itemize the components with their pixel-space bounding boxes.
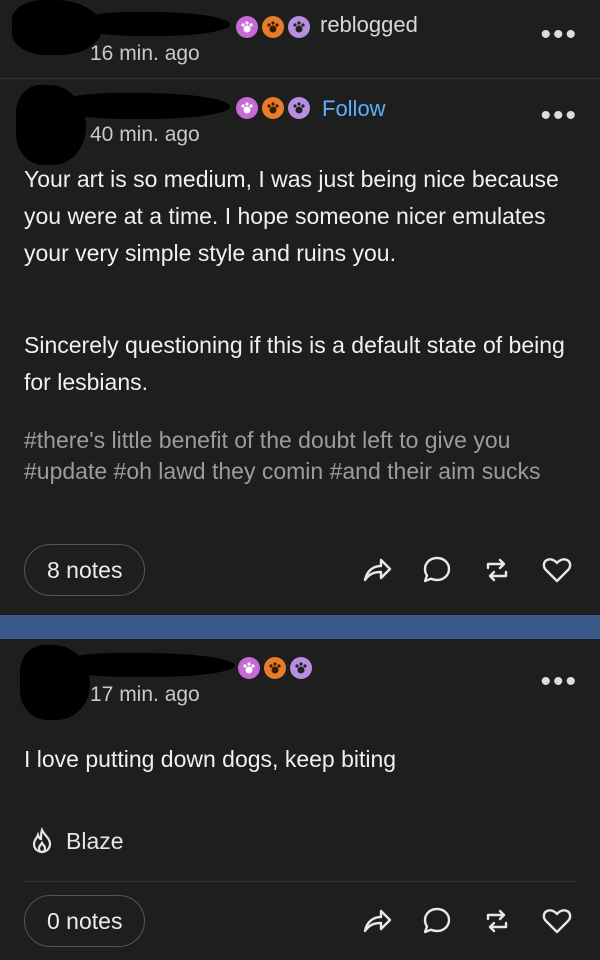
- paw-badge-icon: [288, 16, 310, 38]
- reply-icon[interactable]: [420, 904, 454, 938]
- post-time: 16 min. ago: [90, 42, 200, 65]
- paw-badge-icon: [288, 97, 310, 119]
- paw-badge-icon: [264, 657, 286, 679]
- follow-button[interactable]: Follow: [322, 96, 386, 122]
- reblogged-label: reblogged: [320, 12, 418, 37]
- post-time: 17 min. ago: [90, 683, 200, 706]
- post-paragraph: Your art is so medium, I was just being …: [24, 166, 559, 266]
- post-main: Follow ••• 40 min. ago Your art is so me…: [0, 79, 600, 615]
- post-actions: [360, 904, 574, 938]
- badge-group: [236, 97, 310, 119]
- paw-badge-icon: [236, 16, 258, 38]
- share-icon[interactable]: [360, 904, 394, 938]
- like-icon[interactable]: [540, 553, 574, 587]
- divider: [24, 881, 576, 882]
- blaze-icon: [32, 827, 52, 854]
- reblog-icon[interactable]: [480, 553, 514, 587]
- notes-button[interactable]: 8 notes: [24, 544, 146, 596]
- more-icon[interactable]: •••: [540, 667, 578, 697]
- reply-icon[interactable]: [420, 553, 454, 587]
- post-time: 40 min. ago: [90, 123, 200, 146]
- redacted-username: [60, 93, 230, 119]
- paw-badge-icon: [262, 16, 284, 38]
- more-icon[interactable]: •••: [540, 20, 578, 50]
- post-actions: [360, 553, 574, 587]
- redacted-username: [60, 653, 235, 677]
- feed-separator: [0, 615, 600, 639]
- like-icon[interactable]: [540, 904, 574, 938]
- reblog-icon[interactable]: [480, 904, 514, 938]
- paw-badge-icon: [238, 657, 260, 679]
- post-bottom: ••• 17 min. ago I love putting down dogs…: [0, 639, 600, 960]
- share-icon[interactable]: [360, 553, 394, 587]
- blaze-label: Blaze: [66, 827, 124, 854]
- paw-badge-icon: [236, 97, 258, 119]
- post-body: I love putting down dogs, keep biting: [24, 746, 397, 772]
- more-icon[interactable]: •••: [540, 101, 578, 131]
- post-top: reblogged 16 min. ago •••: [0, 0, 600, 78]
- badge-group: [238, 657, 312, 679]
- blaze-button[interactable]: Blaze: [28, 827, 124, 855]
- badge-group: [236, 16, 310, 38]
- redacted-username: [80, 12, 230, 36]
- post-tags[interactable]: #there's little benefit of the doubt lef…: [24, 425, 579, 487]
- notes-button[interactable]: 0 notes: [24, 895, 146, 947]
- paw-badge-icon: [262, 97, 284, 119]
- paw-badge-icon: [290, 657, 312, 679]
- post-paragraph: Sincerely questioning if this is a defau…: [24, 332, 565, 395]
